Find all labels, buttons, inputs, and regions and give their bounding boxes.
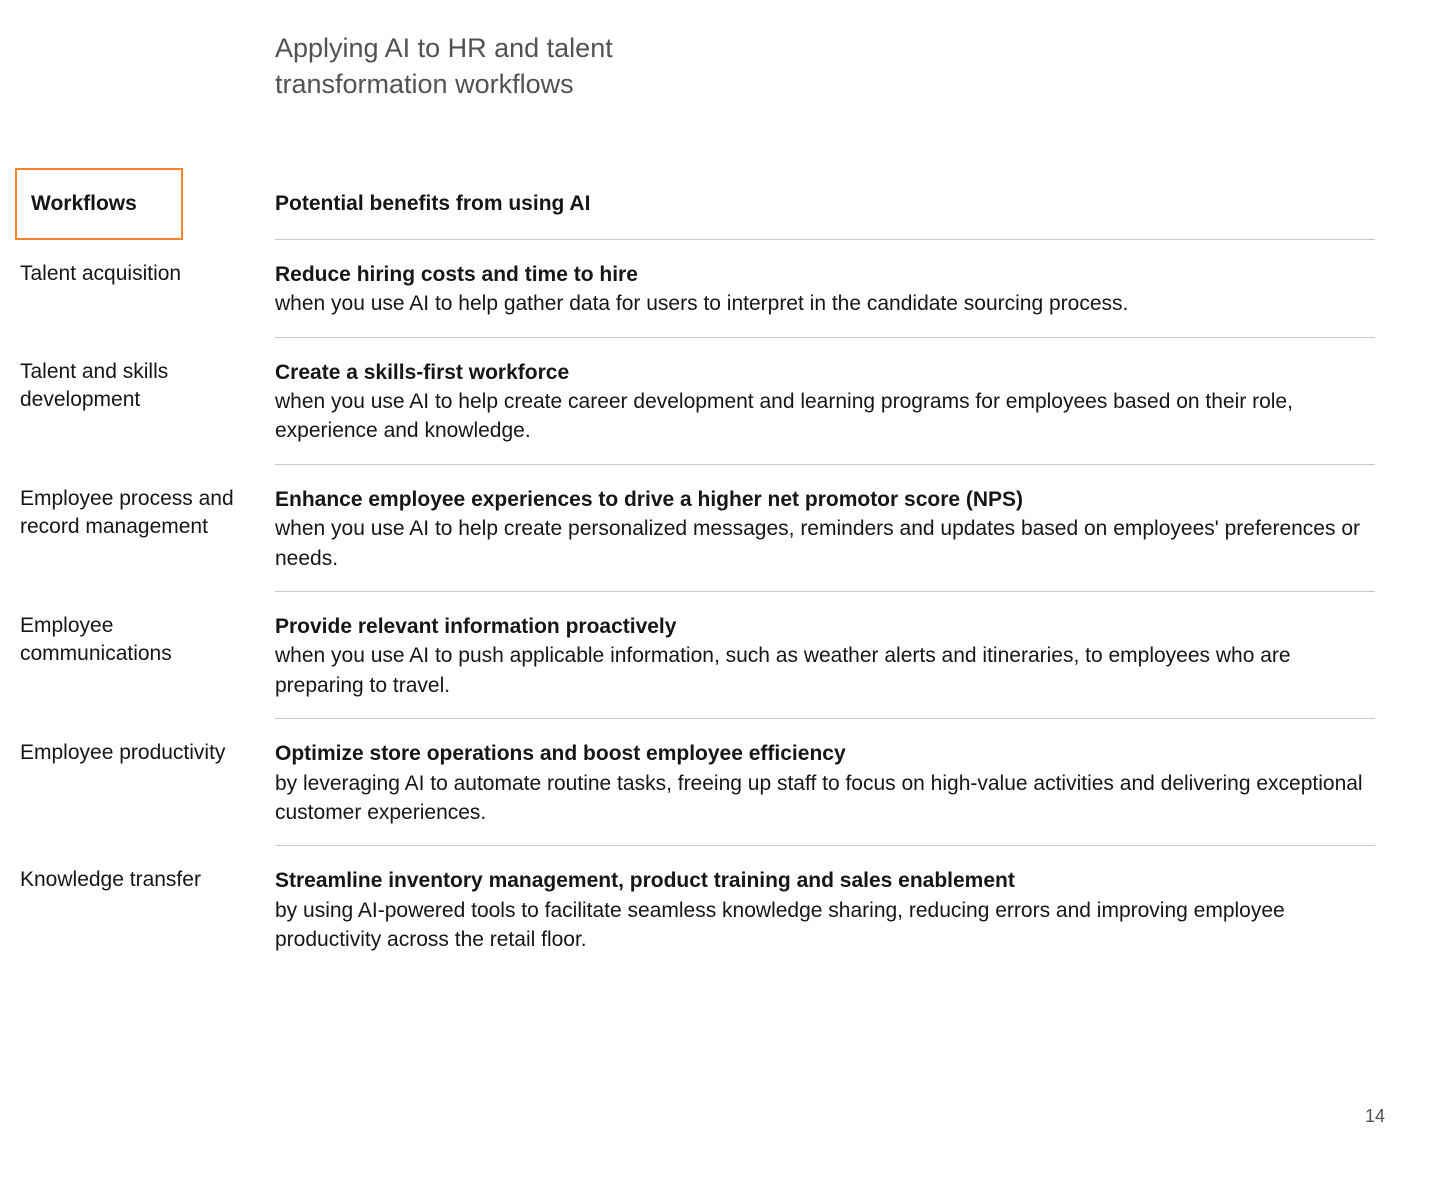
benefit-bold: Optimize store operations and boost empl… <box>275 742 846 765</box>
benefit-cell: Optimize store operations and boost empl… <box>275 719 1375 846</box>
benefit-cell: Create a skills-first workforce when you… <box>275 338 1375 465</box>
workflow-name: Talent acquisition <box>20 240 275 338</box>
workflows-table: Workflows Potential benefits from using … <box>20 168 1410 973</box>
benefit-bold: Enhance employee experiences to drive a … <box>275 488 1023 511</box>
benefit-text: when you use AI to push applicable infor… <box>275 644 1291 696</box>
workflow-name: Talent and skills development <box>20 338 275 465</box>
benefit-cell: Provide relevant information proactively… <box>275 592 1375 719</box>
page-title: Applying AI to HR and talent transformat… <box>275 30 725 103</box>
benefit-text: when you use AI to help gather data for … <box>275 292 1128 315</box>
page-number: 14 <box>1365 1106 1385 1127</box>
workflows-column-header: Workflows <box>15 168 183 240</box>
benefit-text: by using AI-powered tools to facilitate … <box>275 899 1285 951</box>
workflow-name: Employee communications <box>20 592 275 719</box>
header-row-left: Workflows <box>20 168 275 240</box>
benefit-bold: Provide relevant information proactively <box>275 615 676 638</box>
benefit-cell: Reduce hiring costs and time to hire whe… <box>275 240 1375 338</box>
benefit-text: when you use AI to help create career de… <box>275 390 1293 442</box>
benefit-text: by leveraging AI to automate routine tas… <box>275 772 1363 824</box>
benefit-bold: Streamline inventory management, product… <box>275 869 1015 892</box>
benefit-cell: Enhance employee experiences to drive a … <box>275 465 1375 592</box>
benefit-bold: Create a skills-first workforce <box>275 361 569 384</box>
benefits-column-header: Potential benefits from using AI <box>275 168 1375 240</box>
workflow-name: Employee process and record management <box>20 465 275 592</box>
benefit-cell: Streamline inventory management, product… <box>275 846 1375 972</box>
workflow-name: Knowledge transfer <box>20 846 275 972</box>
benefit-text: when you use AI to help create personali… <box>275 517 1360 569</box>
workflow-name: Employee productivity <box>20 719 275 846</box>
benefit-bold: Reduce hiring costs and time to hire <box>275 263 638 286</box>
